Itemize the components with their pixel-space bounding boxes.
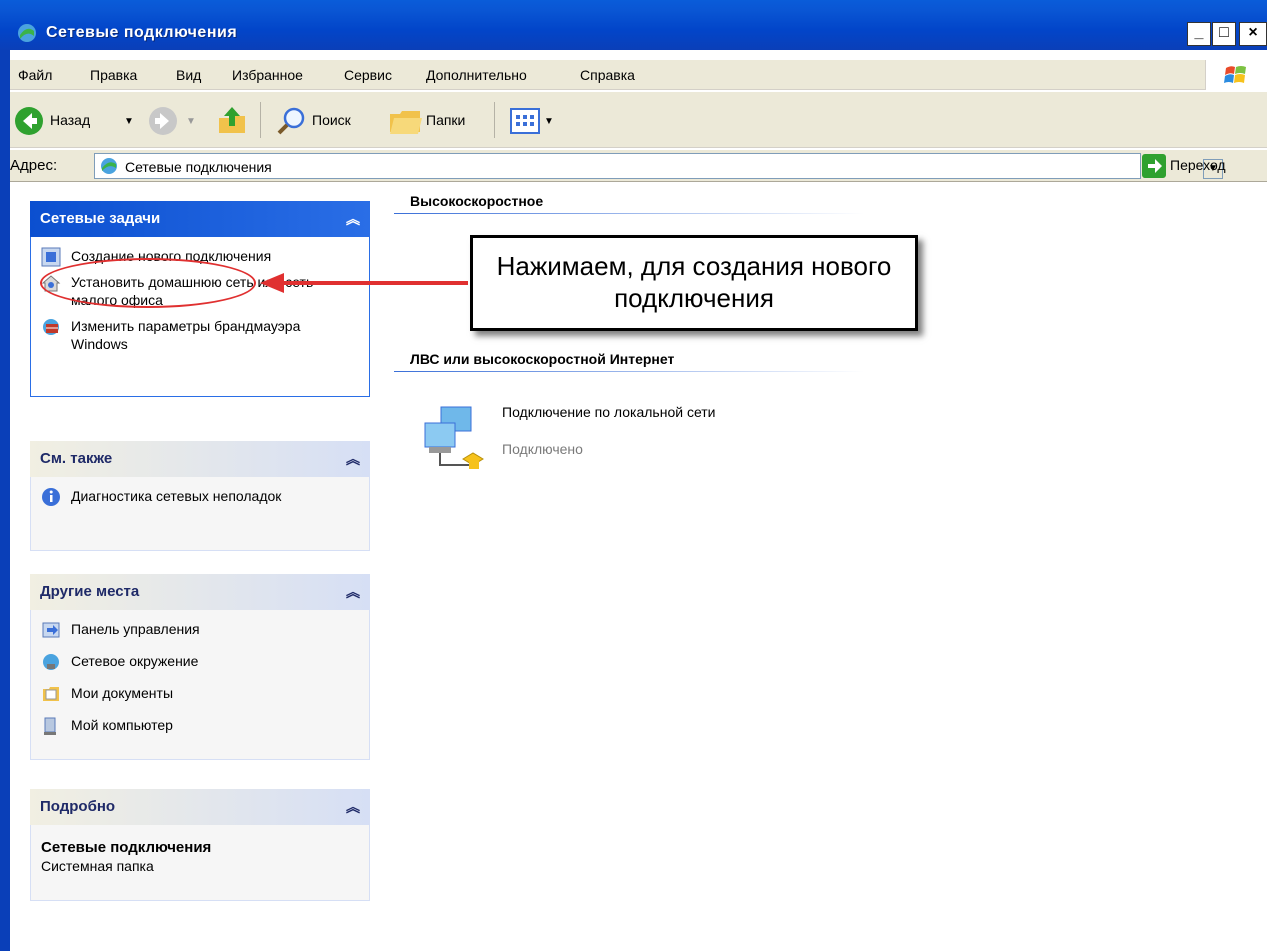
folders-icon[interactable] xyxy=(388,106,422,136)
my-computer-icon xyxy=(44,717,56,735)
menu-view[interactable]: Вид xyxy=(176,67,201,83)
group-divider xyxy=(394,213,864,214)
address-input[interactable]: Сетевые подключения ▼ xyxy=(94,153,1223,179)
pane-body: Сетевые подключения Системная папка xyxy=(30,825,370,901)
maximize-button[interactable]: □ xyxy=(1212,22,1236,46)
task-label: Диагностика сетевых неполадок xyxy=(71,488,282,504)
go-button[interactable]: Переход xyxy=(1170,157,1226,173)
pane-details: Подробно ︽ Сетевые подключения Системная… xyxy=(30,789,370,901)
pane-body: Диагностика сетевых неполадок xyxy=(30,477,370,551)
forward-arrow-icon[interactable] xyxy=(148,106,178,136)
folders-button[interactable]: Папки xyxy=(426,112,465,128)
views-dropdown-icon[interactable]: ▼ xyxy=(544,116,554,127)
pane-header[interactable]: Сетевые задачи ︽ xyxy=(30,201,370,237)
back-arrow-icon[interactable] xyxy=(14,106,44,136)
pane-other-places: Другие места ︽ Панель управления Сетевое… xyxy=(30,574,370,760)
lan-connection-item[interactable]: Подключение по локальной сети Подключено xyxy=(415,403,775,483)
go-arrow-icon[interactable] xyxy=(1142,154,1166,178)
details-name: Сетевые подключения xyxy=(41,839,212,856)
menu-advanced[interactable]: Дополнительно xyxy=(426,67,527,83)
pane-see-also: См. также ︽ Диагностика сетевых неполадо… xyxy=(30,441,370,551)
pane-header[interactable]: Другие места ︽ xyxy=(30,574,370,610)
place-my-computer[interactable]: Мой компьютер xyxy=(41,716,359,735)
forward-dropdown-icon[interactable]: ▼ xyxy=(186,116,196,127)
pane-title: См. также xyxy=(40,450,113,467)
close-button[interactable]: × xyxy=(1239,22,1267,46)
windows-logo xyxy=(1205,60,1267,90)
pane-title: Сетевые задачи xyxy=(40,210,161,227)
group-high-speed: Высокоскоростное xyxy=(410,193,544,209)
pane-title: Подробно xyxy=(40,798,116,815)
task-diagnostics[interactable]: Диагностика сетевых неполадок xyxy=(41,487,359,506)
info-icon xyxy=(42,488,60,506)
toolbar: Назад ▼ ▼ Поиск Папки ▼ xyxy=(10,92,1267,148)
minimize-button[interactable]: _ xyxy=(1187,22,1211,46)
place-label: Панель управления xyxy=(71,621,200,637)
place-label: Сетевое окружение xyxy=(71,653,199,669)
search-button[interactable]: Поиск xyxy=(312,112,351,128)
my-documents-icon xyxy=(43,687,59,701)
task-firewall-settings[interactable]: Изменить параметры брандмауэра Windows xyxy=(41,317,359,353)
toolbar-separator xyxy=(494,102,495,138)
menu-tools[interactable]: Сервис xyxy=(344,67,392,83)
details-type: Системная папка xyxy=(41,858,154,874)
place-label: Мои документы xyxy=(71,685,174,701)
views-icon[interactable] xyxy=(510,108,540,134)
back-dropdown-icon[interactable]: ▼ xyxy=(124,116,134,127)
lan-connection-icon xyxy=(424,406,484,469)
lan-connection-status: Подключено xyxy=(502,441,583,457)
annotation-text: Нажимаем, для создания нового подключени… xyxy=(496,251,892,313)
place-my-documents[interactable]: Мои документы xyxy=(41,684,359,702)
toolbar-separator xyxy=(260,102,261,138)
address-bar: Адрес: Сетевые подключения ▼ Переход xyxy=(10,150,1267,182)
menu-favorites[interactable]: Избранное xyxy=(232,67,303,83)
task-label: Изменить параметры брандмауэра Windows xyxy=(71,318,301,352)
collapse-chevron-icon[interactable]: ︽ xyxy=(346,574,360,610)
menu-bar: Файл Правка Вид Избранное Сервис Дополни… xyxy=(10,60,1267,90)
pane-body: Панель управления Сетевое окружение Мои … xyxy=(30,610,370,760)
new-connection-icon xyxy=(41,247,61,267)
place-control-panel[interactable]: Панель управления xyxy=(41,620,359,638)
pane-header[interactable]: См. также ︽ xyxy=(30,441,370,477)
address-value: Сетевые подключения xyxy=(125,159,272,175)
main-content: Сетевые задачи ︽ Создание нового подключ… xyxy=(10,183,1267,951)
pane-title: Другие места xyxy=(40,583,140,600)
lan-connection-name: Подключение по локальной сети xyxy=(502,404,716,420)
pane-header[interactable]: Подробно ︽ xyxy=(30,789,370,825)
title-bar: Сетевые подключения _ □ × xyxy=(0,0,1267,50)
search-icon[interactable] xyxy=(276,106,308,136)
collapse-chevron-icon[interactable]: ︽ xyxy=(346,441,360,477)
network-connections-icon xyxy=(101,158,117,174)
network-connections-icon xyxy=(18,24,36,42)
annotation-highlight xyxy=(40,258,256,308)
group-lan: ЛВС или высокоскоростной Интернет xyxy=(410,351,675,367)
window-title: Сетевые подключения xyxy=(46,24,238,41)
menu-edit[interactable]: Правка xyxy=(90,67,137,83)
network-neighborhood-icon xyxy=(43,654,59,670)
place-label: Мой компьютер xyxy=(71,717,173,733)
place-network-neighborhood[interactable]: Сетевое окружение xyxy=(41,652,359,670)
menu-help[interactable]: Справка xyxy=(580,67,635,83)
annotation-callout: Нажимаем, для создания нового подключени… xyxy=(470,235,918,331)
collapse-chevron-icon[interactable]: ︽ xyxy=(346,201,360,237)
back-button[interactable]: Назад xyxy=(50,112,90,128)
control-panel-icon xyxy=(42,622,60,638)
group-divider xyxy=(394,371,864,372)
collapse-chevron-icon[interactable]: ︽ xyxy=(346,789,360,825)
annotation-arrow-icon xyxy=(260,273,468,293)
firewall-icon xyxy=(43,319,59,335)
window-frame xyxy=(0,50,10,951)
menu-file[interactable]: Файл xyxy=(18,67,52,83)
up-folder-icon[interactable] xyxy=(216,104,248,136)
windows-flag-icon xyxy=(1224,66,1246,83)
address-label: Адрес: xyxy=(10,157,58,174)
